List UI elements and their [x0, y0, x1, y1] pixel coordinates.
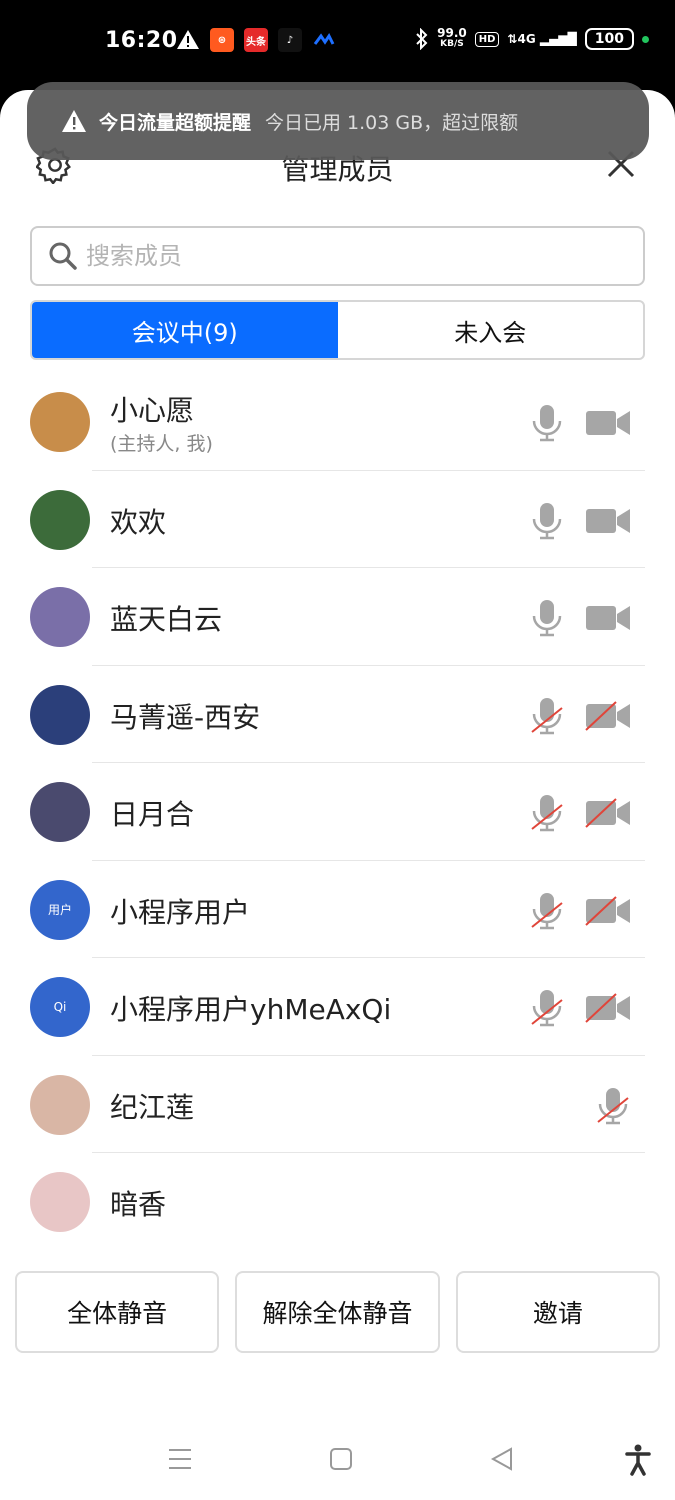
avatar	[30, 1074, 90, 1135]
search-icon	[49, 242, 77, 270]
member-row[interactable]: 暗香	[0, 1153, 675, 1251]
unmute-all-button[interactable]: 解除全体静音	[235, 1271, 440, 1353]
network-speed: 99.0 KB/S	[437, 26, 467, 49]
bluetooth-icon	[416, 28, 428, 50]
member-controls	[529, 403, 631, 443]
avatar: Qi	[30, 977, 90, 1037]
mic-icon[interactable]	[529, 501, 565, 541]
avatar	[30, 782, 90, 842]
member-controls	[529, 696, 631, 736]
member-row[interactable]: 小心愿 (主持人, 我)	[0, 373, 675, 471]
member-name: 蓝天白云	[110, 603, 223, 636]
member-row[interactable]: 欢欢	[0, 471, 675, 568]
member-row[interactable]: 日月合	[0, 763, 675, 861]
toast-message: 今日已用 1.03 GB，超过限额	[265, 111, 519, 134]
member-list: 小心愿 (主持人, 我) 欢欢 蓝天白云 马菁遥-西安 日月合 用户 小程序用户…	[0, 373, 675, 1251]
member-name: 马菁遥-西安	[110, 700, 261, 734]
search-input[interactable]	[86, 242, 606, 270]
battery-icon: 100	[584, 28, 634, 50]
mic-icon[interactable]	[529, 598, 565, 638]
warning-icon	[62, 110, 86, 132]
member-name: 小程序用户	[110, 895, 251, 929]
member-name: 纪江莲	[110, 1090, 195, 1124]
mic-off-icon[interactable]	[529, 891, 565, 931]
toast-title: 今日流量超额提醒	[99, 111, 252, 134]
member-name: 小程序用户yhMeAxQi	[110, 993, 392, 1026]
member-controls	[595, 1086, 631, 1126]
invite-button[interactable]: 邀请	[455, 1271, 660, 1353]
mute-all-button[interactable]: 全体静音	[15, 1271, 220, 1353]
hd-badge: HD	[474, 31, 500, 47]
avatar	[30, 587, 90, 647]
bottom-actions: 全体静音 解除全体静音 邀请	[15, 1271, 660, 1353]
mic-off-icon[interactable]	[529, 793, 565, 833]
mic-icon[interactable]	[529, 403, 565, 443]
avatar	[30, 489, 90, 550]
data-usage-toast[interactable]: 今日流量超额提醒 今日已用 1.03 GB，超过限额	[27, 82, 649, 160]
system-status: 99.0 KB/S HD ⇅4G ▂▄▆█ 100	[415, 26, 649, 50]
warning-icon	[177, 30, 199, 49]
member-controls	[529, 891, 631, 931]
mic-off-icon[interactable]	[595, 1086, 631, 1126]
camera-icon[interactable]	[585, 603, 631, 633]
home-icon[interactable]	[329, 1444, 353, 1474]
system-nav-bar	[0, 1430, 675, 1500]
member-row[interactable]: 马菁遥-西安	[0, 666, 675, 763]
member-name: 日月合	[110, 798, 195, 831]
member-tabs: 会议中(9) 未入会	[30, 300, 645, 360]
camera-off-icon[interactable]	[585, 700, 631, 731]
camera-off-icon[interactable]	[585, 993, 631, 1023]
tab-in-meeting[interactable]: 会议中(9)	[32, 302, 338, 358]
tiktok-icon: ♪	[278, 28, 302, 52]
accessibility-icon[interactable]	[625, 1444, 651, 1476]
toutiao-icon: 头条	[244, 28, 268, 52]
mic-off-icon[interactable]	[529, 696, 565, 736]
member-name: 暗香	[110, 1188, 167, 1221]
camera-off-icon[interactable]	[585, 798, 631, 828]
avatar	[30, 1172, 90, 1232]
kuaishou-icon: ⊛	[210, 28, 234, 52]
mic-off-icon[interactable]	[529, 988, 565, 1028]
camera-icon[interactable]	[585, 408, 631, 438]
camera-off-icon[interactable]	[585, 895, 631, 926]
clock: 16:20	[105, 28, 178, 53]
tab-not-joined[interactable]: 未入会	[338, 302, 644, 358]
camera-icon[interactable]	[585, 506, 631, 536]
avatar	[30, 684, 90, 745]
charging-dot	[642, 35, 649, 43]
signal-icon: ⇅4G ▂▄▆█	[507, 32, 577, 46]
avatar	[30, 392, 90, 452]
member-row[interactable]: 纪江莲	[0, 1056, 675, 1153]
meeting-icon	[313, 33, 335, 45]
notification-icons: ⊛ 头条 ♪	[176, 28, 336, 52]
member-row[interactable]: 用户 小程序用户	[0, 861, 675, 958]
member-controls	[529, 598, 631, 638]
member-controls	[529, 988, 631, 1028]
member-controls	[529, 793, 631, 833]
manage-members-sheet: 管理成员 会议中(9) 未入会 小心愿(主持人, 我) 欢欢 蓝天白云	[0, 90, 675, 1500]
member-name: 小心愿	[110, 394, 195, 427]
status-bar: 16:20 ⊛ 头条 ♪ 99.0 KB/S HD ⇅4G ▂▄▆█ 100	[0, 0, 675, 90]
back-icon[interactable]	[490, 1444, 514, 1474]
member-row[interactable]: 蓝天白云	[0, 568, 675, 666]
member-name: 欢欢	[110, 505, 167, 539]
search-box[interactable]	[30, 226, 645, 286]
avatar: 用户	[30, 879, 90, 940]
member-row[interactable]: Qi 小程序用户yhMeAxQi	[0, 958, 675, 1056]
member-controls	[529, 501, 631, 541]
menu-icon[interactable]	[168, 1444, 192, 1474]
member-role: (主持人, 我)	[110, 433, 213, 455]
